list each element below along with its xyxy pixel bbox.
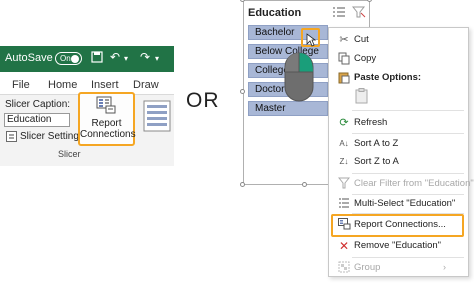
tab-draw[interactable]: Draw [133, 78, 159, 92]
menu-item-sort-a-z[interactable]: Sort A to Z [354, 137, 398, 151]
slicer-styles-icon[interactable] [143, 100, 171, 132]
menu-item-paste-options: Paste Options: [354, 72, 422, 83]
scissors-icon: ✂ [339, 34, 349, 46]
report-connections-icon [337, 218, 351, 232]
ribbon-group-label: Slicer [58, 149, 81, 159]
multiselect-icon[interactable] [332, 5, 346, 19]
menu-item-refresh[interactable]: Refresh [354, 116, 387, 130]
refresh-icon: ⟳ [339, 117, 349, 129]
slicer-title: Education [248, 7, 302, 19]
resize-handle[interactable] [240, 89, 245, 94]
menu-item-report-connections[interactable]: Report Connections... [354, 218, 446, 232]
tab-file[interactable]: File [12, 78, 30, 92]
slicer-caption-label: Slicer Caption: [5, 99, 71, 110]
slicer-settings-button[interactable]: Slicer Settings [20, 131, 84, 142]
save-icon[interactable] [91, 51, 103, 66]
group-icon [337, 261, 351, 275]
redo-icon[interactable]: ↷ [140, 50, 150, 64]
dropdown-icon[interactable]: ▾ [124, 52, 128, 66]
autosave-state: On [60, 54, 71, 63]
resize-handle[interactable] [302, 182, 307, 187]
tab-insert[interactable]: Insert [91, 78, 119, 92]
paste-clipboard-icon[interactable] [355, 88, 369, 109]
autosave-label: AutoSave [5, 52, 53, 64]
undo-icon[interactable]: ↶ [110, 50, 120, 64]
clear-filter-icon [337, 177, 351, 191]
paste-icon [337, 71, 351, 85]
menu-item-cut[interactable]: Cut [354, 33, 369, 47]
resize-handle[interactable] [367, 0, 372, 2]
copy-icon [337, 52, 351, 66]
menu-item-group: Group [354, 262, 381, 273]
menu-item-sort-z-a[interactable]: Sort Z to A [354, 155, 399, 169]
or-separator: OR [186, 89, 220, 112]
sort-desc-icon: Z↓ [339, 157, 349, 166]
slicer-caption-input[interactable]: Education [4, 113, 70, 127]
menu-item-copy[interactable]: Copy [354, 52, 376, 66]
menu-item-clear-filter: Clear Filter from "Education" [354, 178, 474, 189]
mouse-pointer-icon [306, 33, 317, 52]
report-connections-label: Report Connections [80, 118, 136, 140]
menu-item-multi-select[interactable]: Multi-Select "Education" [354, 197, 455, 211]
menu-item-remove[interactable]: Remove "Education" [354, 239, 441, 253]
remove-icon: ✕ [338, 239, 350, 253]
slicer-settings-icon[interactable] [6, 131, 17, 142]
tab-home[interactable]: Home [48, 78, 77, 92]
submenu-arrow-icon: › [443, 262, 446, 272]
sort-asc-icon: A↓ [339, 139, 349, 148]
mouse-right-click-icon [284, 52, 314, 107]
resize-handle[interactable] [240, 182, 245, 187]
clear-filter-icon[interactable] [351, 5, 366, 19]
report-connections-icon [96, 96, 116, 114]
multiselect-icon [337, 197, 351, 211]
toggle-knob [71, 55, 79, 63]
autosave-toggle[interactable]: On [55, 52, 82, 65]
dropdown-icon[interactable]: ▾ [155, 52, 159, 66]
